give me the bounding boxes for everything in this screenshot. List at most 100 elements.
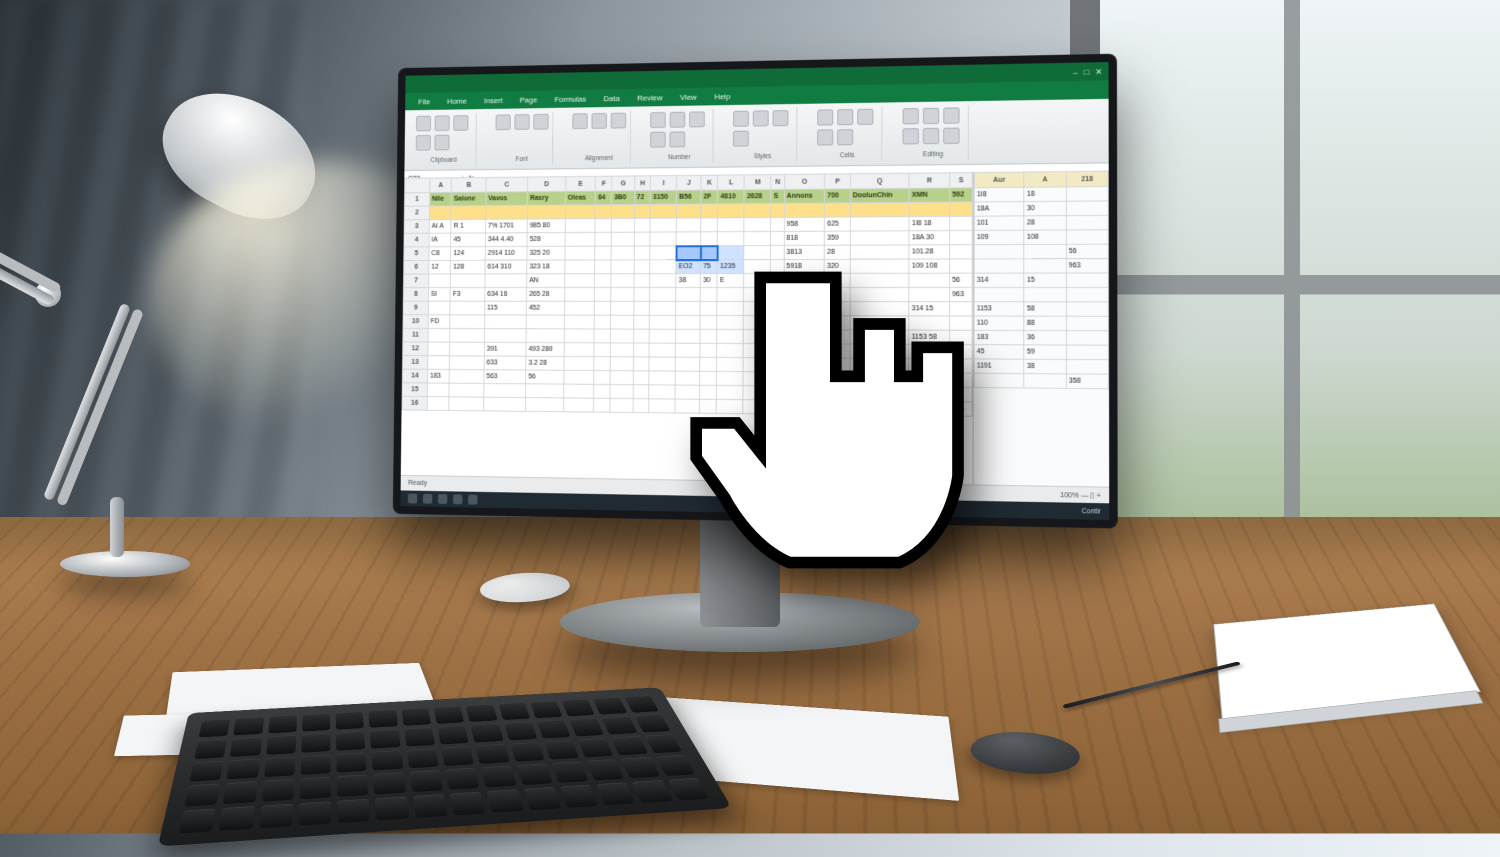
ribbon-button-icon[interactable] xyxy=(923,128,939,144)
ribbon-button-icon[interactable] xyxy=(817,129,833,145)
cell[interactable] xyxy=(701,246,718,260)
cell[interactable] xyxy=(650,232,676,246)
cell[interactable] xyxy=(428,342,450,356)
cell[interactable] xyxy=(634,232,650,246)
column-header[interactable]: S xyxy=(950,173,973,188)
cell[interactable] xyxy=(701,232,718,246)
cell[interactable]: 958 xyxy=(784,217,825,231)
cell[interactable]: 115 xyxy=(485,301,527,315)
cell[interactable] xyxy=(850,245,909,259)
cell[interactable]: 325 20 xyxy=(527,246,565,260)
cell[interactable]: 1I8 18 xyxy=(909,216,949,230)
cell[interactable] xyxy=(650,274,676,288)
cell[interactable] xyxy=(611,260,634,274)
cell[interactable]: 124 xyxy=(451,247,486,261)
cell[interactable]: 7% 1701 xyxy=(486,219,528,233)
cell[interactable] xyxy=(650,301,676,315)
cell[interactable] xyxy=(450,356,485,370)
column-header[interactable]: N xyxy=(771,174,784,189)
cell[interactable] xyxy=(564,329,594,343)
ribbon-button-icon[interactable] xyxy=(572,113,587,129)
cell[interactable] xyxy=(595,218,611,232)
cell[interactable] xyxy=(649,371,675,385)
cell[interactable] xyxy=(650,246,676,260)
column-header[interactable]: P xyxy=(825,174,851,189)
menu-item[interactable]: Home xyxy=(447,96,467,105)
ribbon-button-icon[interactable] xyxy=(837,129,853,145)
ribbon-button-icon[interactable] xyxy=(943,128,959,144)
cell[interactable] xyxy=(771,203,784,217)
cell[interactable] xyxy=(527,205,565,219)
ribbon-button-icon[interactable] xyxy=(689,111,705,127)
cell[interactable]: Rasry xyxy=(528,191,566,205)
cell[interactable] xyxy=(484,383,526,397)
cell[interactable] xyxy=(825,203,851,217)
cell[interactable] xyxy=(565,205,595,219)
cell[interactable]: 2628 xyxy=(744,190,771,204)
column-header[interactable]: M xyxy=(744,175,771,190)
column-header[interactable]: K xyxy=(701,175,718,190)
cell[interactable]: 634 16 xyxy=(485,288,527,302)
cell[interactable]: 3813 xyxy=(784,245,825,259)
close-icon[interactable]: ✕ xyxy=(1095,67,1102,76)
zoom-control[interactable]: 100% — ▯ + xyxy=(1060,491,1101,500)
column-header[interactable]: J xyxy=(677,175,701,190)
cell[interactable] xyxy=(594,343,610,357)
cell[interactable]: 3150 xyxy=(650,190,676,204)
cell[interactable] xyxy=(676,232,700,246)
cell[interactable] xyxy=(676,246,700,260)
menu-item[interactable]: Formulas xyxy=(554,94,586,103)
cell[interactable] xyxy=(594,384,610,398)
cell[interactable] xyxy=(633,385,649,399)
cell[interactable]: R 1 xyxy=(451,219,486,233)
cell[interactable]: 265 28 xyxy=(527,288,565,302)
cell[interactable] xyxy=(594,315,610,329)
cell[interactable] xyxy=(649,399,675,413)
taskbar-app-icon[interactable] xyxy=(438,494,448,504)
cell[interactable] xyxy=(526,398,564,412)
cell[interactable] xyxy=(649,329,675,343)
menu-item[interactable]: Data xyxy=(603,94,619,103)
cell[interactable] xyxy=(564,343,594,357)
cell[interactable]: Salone xyxy=(451,192,486,206)
column-header[interactable]: C xyxy=(486,177,528,192)
cell[interactable] xyxy=(650,315,676,329)
cell[interactable] xyxy=(633,399,649,413)
ribbon-button-icon[interactable] xyxy=(857,109,873,125)
cell[interactable] xyxy=(650,288,676,302)
cell[interactable] xyxy=(594,357,610,371)
cell[interactable] xyxy=(526,329,564,343)
menu-item[interactable]: Insert xyxy=(484,96,503,105)
row-header[interactable]: 2 xyxy=(404,206,429,220)
cell[interactable]: 493 280 xyxy=(526,342,564,356)
ribbon-button-icon[interactable] xyxy=(496,114,511,130)
cell[interactable]: 614 310 xyxy=(485,260,527,274)
cell[interactable] xyxy=(449,369,484,383)
row-header[interactable]: 3 xyxy=(404,220,429,234)
ribbon-button-icon[interactable] xyxy=(903,128,919,144)
column-header[interactable]: E xyxy=(565,176,595,191)
cell[interactable] xyxy=(428,301,450,315)
cell[interactable]: 563 xyxy=(484,370,526,384)
cell[interactable] xyxy=(610,371,633,385)
cell[interactable] xyxy=(633,301,649,315)
cell[interactable] xyxy=(564,370,594,384)
row-header[interactable]: 12 xyxy=(403,342,428,356)
cell[interactable] xyxy=(771,231,784,245)
ribbon-button-icon[interactable] xyxy=(453,115,468,131)
cell[interactable]: 12 xyxy=(429,260,451,274)
column-header[interactable]: B xyxy=(452,177,487,192)
cell[interactable] xyxy=(594,329,610,343)
cell[interactable] xyxy=(485,274,527,288)
ribbon-button-icon[interactable] xyxy=(650,132,666,148)
cell[interactable]: 452 xyxy=(526,301,564,315)
row-header[interactable]: 9 xyxy=(403,301,428,315)
cell[interactable]: 985 80 xyxy=(527,219,565,233)
cell[interactable] xyxy=(784,203,825,217)
cell[interactable] xyxy=(650,218,676,232)
cell[interactable] xyxy=(634,218,650,232)
cell[interactable]: 344 4.40 xyxy=(485,233,527,247)
ribbon-button-icon[interactable] xyxy=(837,109,853,125)
ribbon-button-icon[interactable] xyxy=(611,113,627,129)
column-header[interactable]: O xyxy=(784,174,825,189)
